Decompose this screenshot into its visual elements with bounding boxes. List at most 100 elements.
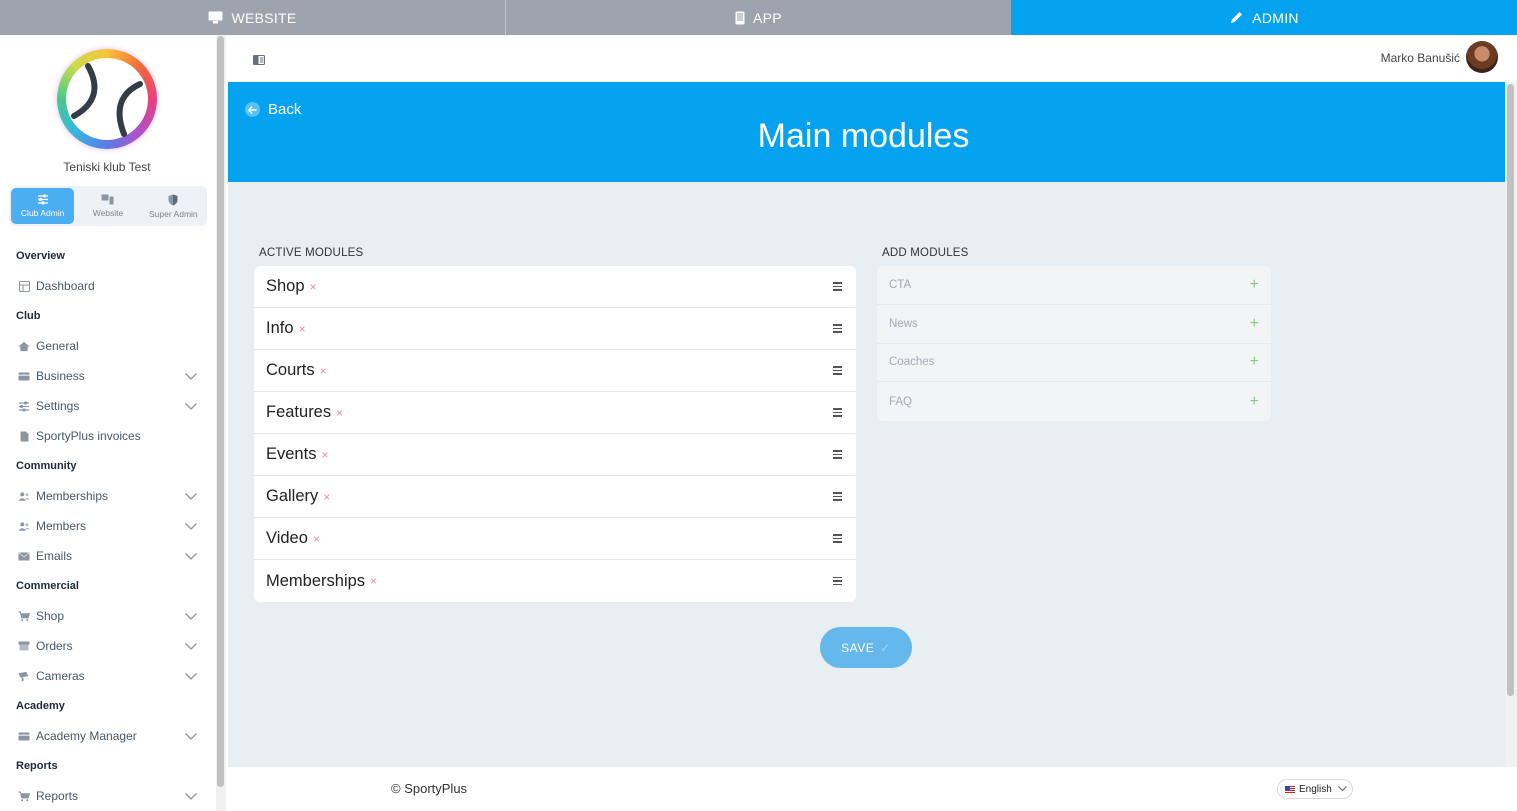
chevron-down-icon[interactable]: [184, 519, 198, 533]
remove-icon[interactable]: ×: [320, 364, 327, 378]
sidebar-item-reports[interactable]: Reports: [0, 781, 214, 811]
language-select[interactable]: English: [1277, 779, 1353, 799]
user-name[interactable]: Marko Banušić: [1381, 51, 1460, 65]
sidebar-item-dashboard[interactable]: Dashboard: [0, 271, 214, 301]
sidebar-item-label: Academy Manager: [36, 729, 137, 743]
active-module-row[interactable]: Courts ×: [254, 350, 856, 392]
chevron-down-icon[interactable]: [184, 549, 198, 563]
sidebar-item-label: Orders: [36, 639, 73, 653]
chevron-down-icon[interactable]: [184, 369, 198, 383]
sidebar-item-settings[interactable]: Settings: [0, 391, 214, 421]
drag-handle-icon[interactable]: [833, 408, 842, 417]
sidebar-item-sportyplus-invoices[interactable]: SportyPlus invoices: [0, 421, 214, 451]
active-module-row[interactable]: Events ×: [254, 434, 856, 476]
sidebar-item-cameras[interactable]: Cameras: [0, 661, 214, 691]
avatar[interactable]: [1466, 41, 1498, 73]
sidebar-item-business[interactable]: Business: [0, 361, 214, 391]
website-icon: [101, 194, 114, 205]
nav-section-overview: Overview: [16, 250, 65, 262]
active-modules-list: Shop × Info × Courts × Features × Events × Gallery…: [254, 266, 856, 602]
monitor-icon: [208, 11, 223, 24]
sidebar-item-shop[interactable]: Shop: [0, 601, 214, 631]
nav-section-community: Community: [16, 460, 77, 472]
main-scrollbar-thumb[interactable]: [1507, 84, 1514, 696]
tab-app-label: APP: [753, 9, 782, 26]
chevron-down-icon[interactable]: [184, 609, 198, 623]
tab-admin[interactable]: ADMIN: [1011, 0, 1517, 35]
drag-handle-icon[interactable]: [833, 450, 842, 459]
nav-section-commercial: Commercial: [16, 580, 79, 592]
sidebar-item-orders[interactable]: Orders: [0, 631, 214, 661]
plus-icon[interactable]: +: [1250, 393, 1259, 410]
active-module-row[interactable]: Info ×: [254, 308, 856, 350]
plus-icon[interactable]: +: [1250, 315, 1259, 332]
module-name: Courts: [266, 361, 315, 379]
drag-handle-icon[interactable]: [833, 282, 842, 291]
remove-icon[interactable]: ×: [323, 490, 330, 504]
users-icon: [18, 520, 30, 532]
role-club-admin[interactable]: Club Admin: [11, 188, 75, 224]
tab-app[interactable]: APP: [506, 0, 1011, 35]
chevron-down-icon[interactable]: [184, 729, 198, 743]
copyright-text: © SportyPlus: [391, 781, 468, 796]
main-scrollbar[interactable]: [1505, 82, 1517, 767]
role-super-admin-label: Super Admin: [148, 208, 198, 219]
drag-handle-icon[interactable]: [833, 492, 842, 501]
remove-icon[interactable]: ×: [310, 280, 317, 294]
sidebar-item-academy-manager[interactable]: Academy Manager: [0, 721, 214, 751]
remove-icon[interactable]: ×: [336, 406, 343, 420]
available-module-row[interactable]: News +: [877, 305, 1271, 344]
module-name: News: [889, 317, 918, 330]
active-module-row[interactable]: Memberships ×: [254, 560, 856, 602]
home-icon: [18, 340, 30, 352]
role-club-admin-label: Club Admin: [20, 208, 65, 218]
chevron-down-icon[interactable]: [184, 789, 198, 803]
dashboard-icon: [18, 280, 30, 292]
drag-handle-icon[interactable]: [833, 534, 842, 543]
available-module-row[interactable]: FAQ +: [877, 382, 1271, 421]
tab-website[interactable]: WEBSITE: [0, 0, 506, 35]
sidebar-scrollbar-thumb[interactable]: [217, 36, 224, 787]
cart-icon: [18, 610, 30, 622]
save-button[interactable]: SAVE ✓: [820, 627, 912, 668]
chevron-down-icon[interactable]: [184, 399, 198, 413]
sidebar-scrollbar[interactable]: [216, 35, 226, 811]
back-arrow-icon: [245, 102, 260, 117]
nav-section-reports: Reports: [16, 760, 58, 772]
sidebar-toggle-icon[interactable]: [253, 52, 265, 70]
camera-icon: [18, 670, 30, 682]
remove-icon[interactable]: ×: [299, 322, 306, 336]
sidebar-item-memberships[interactable]: Memberships: [0, 481, 214, 511]
remove-icon[interactable]: ×: [370, 574, 377, 588]
plus-icon[interactable]: +: [1250, 354, 1259, 370]
sidebar-item-general[interactable]: General: [0, 331, 214, 361]
sidebar-item-label: SportyPlus invoices: [36, 429, 141, 443]
language-label: English: [1299, 783, 1332, 795]
active-module-row[interactable]: Features ×: [254, 392, 856, 434]
role-website[interactable]: Website: [76, 188, 139, 224]
chevron-down-icon[interactable]: [184, 489, 198, 503]
active-module-row[interactable]: Video ×: [254, 518, 856, 560]
chevron-down-icon[interactable]: [184, 669, 198, 683]
drag-handle-icon[interactable]: [833, 576, 842, 586]
drag-handle-icon[interactable]: [833, 324, 842, 333]
role-super-admin[interactable]: Super Admin: [142, 188, 205, 224]
sidebar-nav: Overview Dashboard Club General Business Sett…: [0, 241, 214, 811]
role-website-label: Website: [92, 208, 124, 218]
sidebar-item-label: Emails: [36, 549, 73, 563]
remove-icon[interactable]: ×: [313, 532, 320, 546]
drag-handle-icon[interactable]: [833, 366, 842, 375]
pencil-icon: [1231, 12, 1243, 23]
chevron-down-icon[interactable]: [184, 639, 198, 653]
sidebar-item-members[interactable]: Members: [0, 511, 214, 541]
active-module-row[interactable]: Gallery ×: [254, 476, 856, 518]
sidebar-item-emails[interactable]: Emails: [0, 541, 214, 571]
available-module-row[interactable]: Coaches +: [877, 344, 1271, 383]
club-name: Teniski klub Test: [63, 160, 151, 174]
available-module-row[interactable]: CTA +: [877, 266, 1271, 305]
box-icon: [18, 640, 30, 652]
remove-icon[interactable]: ×: [321, 448, 328, 462]
plus-icon[interactable]: +: [1250, 276, 1259, 293]
active-module-row[interactable]: Shop ×: [254, 266, 856, 308]
module-name: Memberships: [266, 571, 366, 590]
